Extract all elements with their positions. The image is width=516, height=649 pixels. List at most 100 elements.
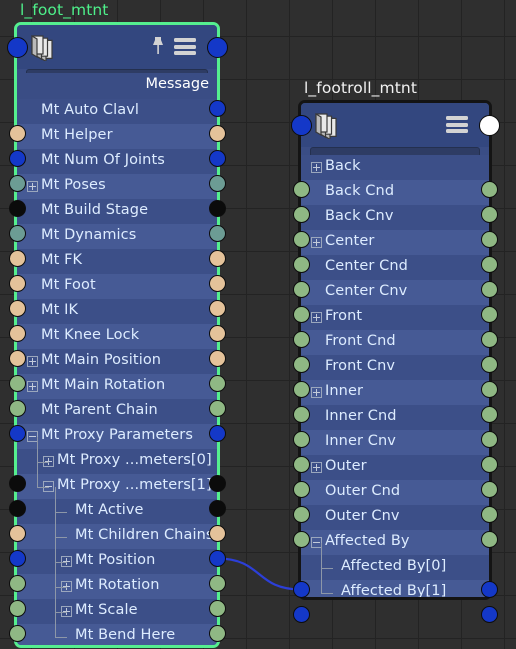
- port-out-row[interactable]: [480, 606, 498, 623]
- port-in-l_footroll_mtnt[interactable]: [290, 114, 312, 136]
- port-out-row[interactable]: [208, 250, 226, 267]
- port-in-row[interactable]: [292, 406, 310, 423]
- port-in-row[interactable]: [292, 381, 310, 398]
- expand-icon[interactable]: [311, 162, 322, 173]
- port-in-row[interactable]: [292, 506, 310, 523]
- port-out-row[interactable]: [208, 525, 226, 542]
- port-in-row[interactable]: [292, 206, 310, 223]
- port-in-row[interactable]: [8, 175, 26, 192]
- port-out-row[interactable]: [208, 600, 226, 617]
- port-out-row[interactable]: [208, 325, 226, 342]
- port-in-row[interactable]: [292, 431, 310, 448]
- port-in-row[interactable]: [292, 256, 310, 273]
- node-row[interactable]: Mt Auto Clavl: [17, 99, 217, 124]
- node-row[interactable]: Mt Main Position: [17, 349, 217, 374]
- port-out-row[interactable]: [480, 206, 498, 223]
- port-in-row[interactable]: [8, 475, 26, 492]
- port-in-row[interactable]: [8, 525, 26, 542]
- port-out-row[interactable]: [480, 231, 498, 248]
- port-out-message[interactable]: [208, 99, 226, 117]
- port-out-row[interactable]: [208, 500, 226, 517]
- pin-icon[interactable]: [151, 36, 165, 56]
- node-graph-canvas[interactable]: l_foot_mtnt Message Mt Auto Clavl Mt Helper…: [0, 0, 516, 649]
- port-out-row[interactable]: [208, 625, 226, 642]
- node-row[interactable]: Inner Cnv: [301, 430, 489, 455]
- port-out-row[interactable]: [480, 281, 498, 298]
- node-row[interactable]: Mt Children Chains: [17, 524, 217, 549]
- node-row[interactable]: Mt IK: [17, 299, 217, 324]
- node-body-l_foot_mtnt[interactable]: Message Mt Auto Clavl Mt Helper Mt Num Of J…: [14, 22, 220, 648]
- node-row[interactable]: Back Cnv: [301, 205, 489, 230]
- port-in-row[interactable]: [292, 606, 310, 623]
- node-row[interactable]: Mt Position: [17, 549, 217, 574]
- pin-icon-wrap[interactable]: [151, 36, 165, 56]
- connection-wire[interactable]: [216, 557, 302, 591]
- port-in-row[interactable]: [8, 125, 26, 142]
- node-row[interactable]: Back Cnd: [301, 180, 489, 205]
- node-row[interactable]: Front Cnd: [301, 330, 489, 355]
- node-row[interactable]: Front: [301, 305, 489, 330]
- node-row[interactable]: Mt Proxy Parameters: [17, 424, 217, 449]
- node-row[interactable]: Center Cnv: [301, 280, 489, 305]
- node-row[interactable]: Center Cnd: [301, 255, 489, 280]
- port-out-row[interactable]: [480, 381, 498, 398]
- port-in-row[interactable]: [8, 575, 26, 592]
- port-in-row[interactable]: [8, 325, 26, 342]
- port-in-row[interactable]: [292, 281, 310, 298]
- port-in-row[interactable]: [8, 400, 26, 417]
- node-row[interactable]: Mt Helper: [17, 124, 217, 149]
- node-row[interactable]: Mt FK: [17, 249, 217, 274]
- node-row[interactable]: Mt Main Rotation: [17, 374, 217, 399]
- node-row[interactable]: Inner Cnd: [301, 405, 489, 430]
- expand-icon[interactable]: [311, 312, 322, 323]
- port-out-row[interactable]: [480, 431, 498, 448]
- port-in-row[interactable]: [292, 531, 310, 548]
- port-out-row[interactable]: [208, 475, 226, 492]
- port-out-row[interactable]: [480, 581, 498, 598]
- node-row[interactable]: Front Cnv: [301, 355, 489, 380]
- node-row[interactable]: Mt Foot: [17, 274, 217, 299]
- node-row[interactable]: Outer Cnv: [301, 505, 489, 530]
- port-in-row[interactable]: [8, 300, 26, 317]
- port-out-row[interactable]: [208, 375, 226, 392]
- port-in-row[interactable]: [8, 225, 26, 242]
- node-row[interactable]: Affected By: [301, 530, 489, 555]
- node-row[interactable]: Mt Num Of Joints: [17, 149, 217, 174]
- port-in-row[interactable]: [292, 356, 310, 373]
- expand-icon[interactable]: [311, 237, 322, 248]
- port-in-row[interactable]: [8, 600, 26, 617]
- port-out-row[interactable]: [208, 175, 226, 192]
- port-in-row[interactable]: [8, 500, 26, 517]
- port-out-row[interactable]: [480, 306, 498, 323]
- node-row[interactable]: Affected By[1]: [301, 580, 489, 597]
- node-row[interactable]: Mt Parent Chain: [17, 399, 217, 424]
- port-out-row[interactable]: [208, 300, 226, 317]
- port-in-row[interactable]: [292, 581, 310, 598]
- node-row[interactable]: Center: [301, 230, 489, 255]
- port-out-l_footroll_mtnt[interactable]: [478, 114, 500, 136]
- node-row[interactable]: Mt Dynamics: [17, 224, 217, 249]
- port-in-row[interactable]: [292, 306, 310, 323]
- node-row[interactable]: Outer Cnd: [301, 480, 489, 505]
- expand-icon[interactable]: [27, 356, 38, 367]
- node-row[interactable]: Mt Scale: [17, 599, 217, 624]
- port-out-row[interactable]: [480, 506, 498, 523]
- port-in-row[interactable]: [8, 150, 26, 167]
- port-in-row[interactable]: [8, 375, 26, 392]
- node-row[interactable]: Inner: [301, 380, 489, 405]
- expand-icon[interactable]: [311, 387, 322, 398]
- port-out-row[interactable]: [208, 550, 226, 567]
- expand-icon[interactable]: [27, 381, 38, 392]
- port-out-row[interactable]: [208, 225, 226, 242]
- port-out-row[interactable]: [480, 481, 498, 498]
- node-header-l_foot_mtnt[interactable]: [17, 25, 217, 69]
- port-in-row[interactable]: [8, 625, 26, 642]
- node-row[interactable]: Mt Poses: [17, 174, 217, 199]
- port-in-row[interactable]: [292, 181, 310, 198]
- port-out-row[interactable]: [480, 406, 498, 423]
- node-row[interactable]: Mt Knee Lock: [17, 324, 217, 349]
- expand-icon[interactable]: [311, 462, 322, 473]
- port-out-row[interactable]: [208, 575, 226, 592]
- port-in-l_foot_mtnt[interactable]: [6, 36, 28, 58]
- port-out-row[interactable]: [208, 400, 226, 417]
